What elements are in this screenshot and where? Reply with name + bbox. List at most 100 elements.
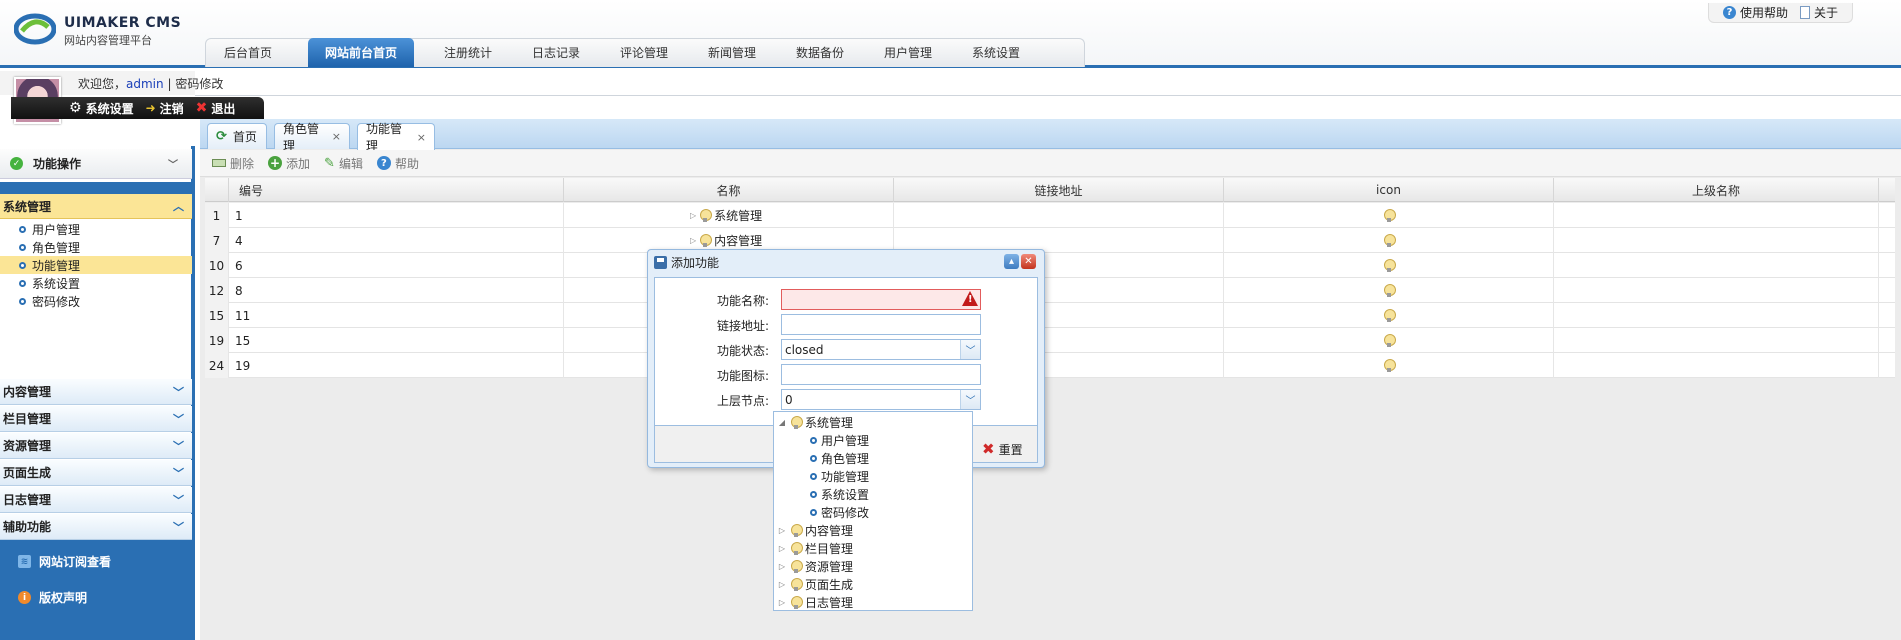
close-icon[interactable]: ×	[332, 130, 341, 143]
sidebar-item-users[interactable]: 用户管理	[0, 220, 192, 238]
logout-icon: ➜	[145, 101, 156, 115]
grid-header-name[interactable]: 名称	[564, 178, 894, 202]
nav-tab-site-home[interactable]: 网站前台首页	[308, 38, 414, 67]
tree-node-collapsed[interactable]: ▷ 资源管理	[774, 557, 972, 575]
exit-button[interactable]: ✖ 退出	[196, 100, 236, 117]
tree-node-collapsed[interactable]: ▷ 日志管理	[774, 593, 972, 611]
help-link-label: 使用帮助	[1739, 6, 1788, 20]
collapsed-arrow-icon[interactable]: ▷	[777, 580, 787, 589]
nav-tab-backup[interactable]: 数据备份	[782, 38, 858, 67]
collapsed-arrow-icon[interactable]: ▷	[777, 544, 787, 553]
top-links: ? 使用帮助 关于	[1707, 3, 1853, 23]
tree-node-child[interactable]: 密码修改	[774, 503, 972, 521]
add-button[interactable]: + 添加	[268, 155, 310, 172]
table-row[interactable]: 19 15	[205, 328, 1895, 353]
warning-icon: !	[962, 291, 978, 306]
tab-functions[interactable]: 功能管理 ×	[357, 122, 435, 153]
sidebar-group-pages[interactable]: 页面生成 ﹀	[0, 460, 192, 486]
help-button[interactable]: ? 帮助	[376, 155, 419, 172]
field-parent-row: 上层节点: 0 ﹀	[655, 389, 1039, 411]
username-link[interactable]: admin	[126, 77, 164, 91]
collapse-icon[interactable]: ▴	[1004, 254, 1019, 269]
close-icon[interactable]: ×	[417, 131, 426, 144]
cell-icon	[1224, 203, 1554, 228]
parent-node-value: 0	[785, 392, 793, 407]
table-row[interactable]: 10 6	[205, 253, 1895, 278]
bullet-icon	[19, 225, 26, 233]
table-row[interactable]: 1 1 ▷ 系统管理	[205, 203, 1895, 228]
tab-label: 角色管理	[283, 121, 320, 153]
collapsed-arrow-icon[interactable]: ▷	[777, 562, 787, 571]
parent-node-combo[interactable]: 0 ﹀	[781, 389, 981, 410]
tree-node-child[interactable]: 系统设置	[774, 485, 972, 503]
tree-node-root[interactable]: ◢ 系统管理	[774, 413, 972, 431]
tree-node-collapsed[interactable]: ▷ 页面生成	[774, 575, 972, 593]
sidebar-item-password[interactable]: 密码修改	[0, 292, 192, 310]
grid-header-icon[interactable]: icon	[1224, 178, 1554, 202]
reset-button[interactable]: ✖ 重置	[982, 440, 1023, 458]
grid-header-parent[interactable]: 上级名称	[1554, 178, 1879, 202]
expand-arrow-icon[interactable]: ▷	[690, 211, 696, 220]
sidebar-item-system-settings[interactable]: 系统设置	[0, 274, 192, 292]
field-status-label: 功能状态:	[716, 344, 769, 358]
table-row[interactable]: 12 8	[205, 278, 1895, 303]
sidebar-group-content[interactable]: 内容管理 ﹀	[0, 379, 192, 405]
chevron-down-icon[interactable]: ﹀	[960, 340, 980, 359]
function-name-input[interactable]: !	[781, 289, 981, 310]
help-link[interactable]: ? 使用帮助	[1722, 4, 1788, 21]
grid-header-url[interactable]: 链接地址	[894, 178, 1224, 202]
edit-button[interactable]: ✎ 编辑	[324, 155, 363, 172]
nav-tab-logs[interactable]: 日志记录	[518, 38, 594, 67]
tree-node-child[interactable]: 用户管理	[774, 431, 972, 449]
help-label: 帮助	[394, 156, 419, 171]
table-row[interactable]: 24 19	[205, 353, 1895, 378]
copyright-link[interactable]: i 版权声明	[18, 589, 87, 606]
close-icon[interactable]: ✕	[1021, 254, 1036, 269]
collapsed-arrow-icon[interactable]: ▷	[777, 526, 787, 535]
link-url-input[interactable]	[781, 314, 981, 335]
sidebar-item-roles[interactable]: 角色管理	[0, 238, 192, 256]
nav-tab-comments[interactable]: 评论管理	[606, 38, 682, 67]
tree-node-label: 系统管理	[805, 415, 854, 430]
dialog-titlebar[interactable]: 添加功能	[648, 250, 1044, 274]
dialog-title: 添加功能	[671, 255, 720, 270]
table-row[interactable]: 15 11	[205, 303, 1895, 328]
reset-label: 重置	[998, 442, 1023, 457]
nav-tab-register-stats[interactable]: 注册统计	[430, 38, 506, 67]
tree-node-child[interactable]: 功能管理	[774, 467, 972, 485]
table-row[interactable]: 7 4 ▷ 内容管理	[205, 228, 1895, 253]
sidebar-group-resources[interactable]: 资源管理 ﹀	[0, 433, 192, 459]
grid-header-id[interactable]: 编号	[229, 178, 564, 202]
about-link[interactable]: 关于	[1799, 4, 1838, 21]
nav-tab-users[interactable]: 用户管理	[870, 38, 946, 67]
sidebar-group-system[interactable]: 系统管理 ︿	[0, 194, 192, 219]
sidebar-header[interactable]: ✓ 功能操作 ﹀	[0, 149, 192, 179]
chevron-down-icon[interactable]: ﹀	[960, 390, 980, 409]
logout-button[interactable]: ➜ 注销	[146, 100, 184, 117]
tab-home[interactable]: ⟳ 首页	[207, 123, 267, 149]
function-status-select[interactable]: closed ﹀	[781, 339, 981, 360]
tree-node-collapsed[interactable]: ▷ 内容管理	[774, 521, 972, 539]
chevron-up-icon: ︿	[173, 200, 184, 213]
nav-tab-settings[interactable]: 系统设置	[958, 38, 1034, 67]
expand-arrow-icon[interactable]: ▷	[690, 236, 696, 245]
nav-tab-admin-home[interactable]: 后台首页	[208, 38, 288, 67]
nav-tab-news[interactable]: 新闻管理	[694, 38, 770, 67]
delete-button[interactable]: 删除	[212, 155, 254, 172]
sidebar-group-aux[interactable]: 辅助功能 ﹀	[0, 514, 192, 540]
tree-node-child[interactable]: 角色管理	[774, 449, 972, 467]
sidebar-group-logs[interactable]: 日志管理 ﹀	[0, 487, 192, 513]
tree-node-collapsed[interactable]: ▷ 栏目管理	[774, 539, 972, 557]
sidebar-group-label: 栏目管理	[3, 412, 52, 426]
change-password-link[interactable]: 密码修改	[175, 77, 223, 91]
sidebar-group-columns[interactable]: 栏目管理 ﹀	[0, 406, 192, 432]
expanded-arrow-icon[interactable]: ◢	[777, 418, 787, 427]
chevron-down-icon: ﹀	[173, 520, 184, 534]
tab-roles[interactable]: 角色管理 ×	[274, 122, 350, 153]
function-icon-input[interactable]	[781, 364, 981, 385]
sidebar-item-functions[interactable]: 功能管理	[0, 256, 192, 274]
rss-link[interactable]: ≋ 网站订阅查看	[18, 553, 111, 570]
system-settings-button[interactable]: ⚙ 系统设置	[69, 100, 134, 117]
field-name-row: 功能名称: !	[655, 289, 1039, 311]
collapsed-arrow-icon[interactable]: ▷	[777, 598, 787, 607]
